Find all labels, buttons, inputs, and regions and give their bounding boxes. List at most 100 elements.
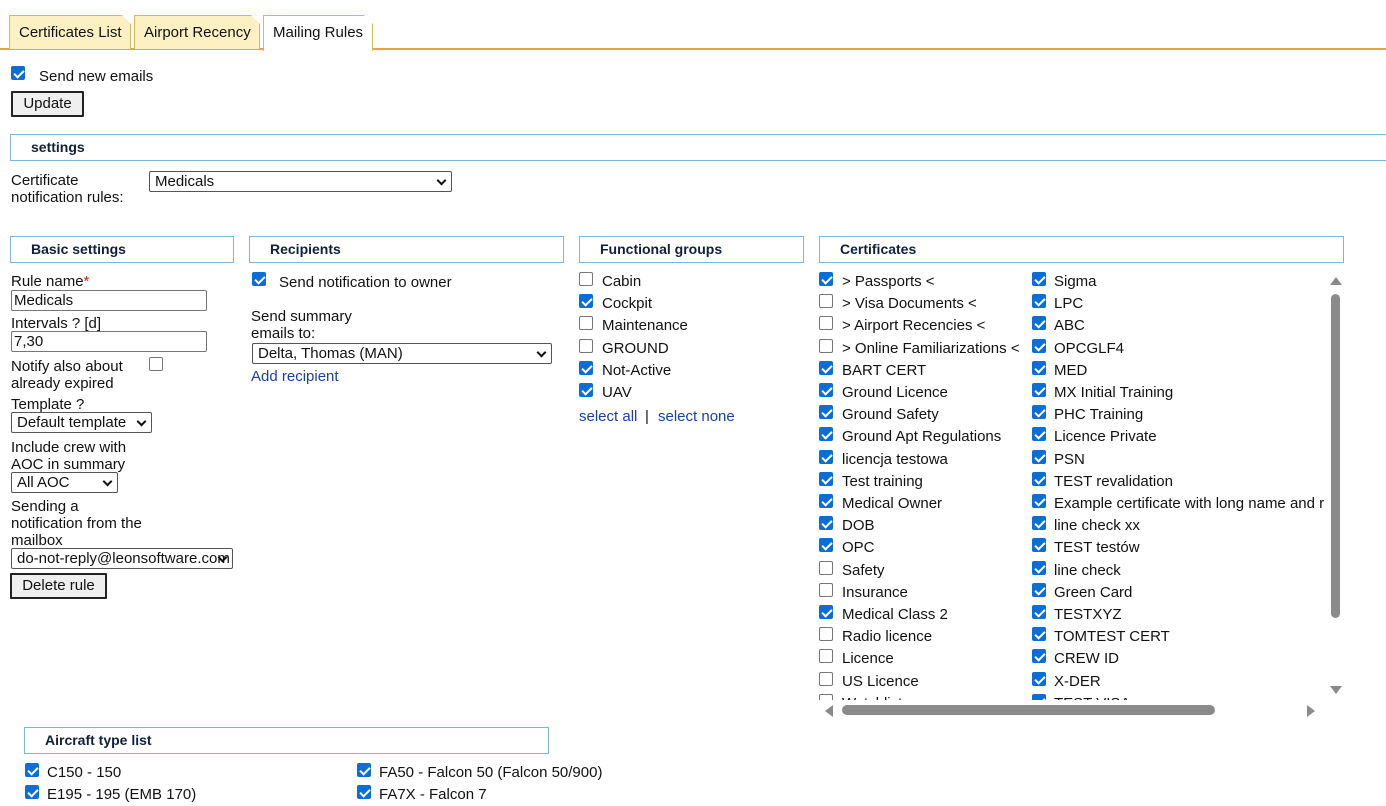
delete-rule-button[interactable]: Delete rule <box>10 573 107 599</box>
group-checkbox-uav[interactable] <box>579 383 593 397</box>
select-all-link[interactable]: select all <box>579 408 637 425</box>
group-checkbox-maintenance[interactable] <box>579 316 593 331</box>
notify-expired-label: Notify also about <box>11 358 123 375</box>
cert-checkbox-line-check[interactable] <box>1032 560 1046 575</box>
group-label: Maintenance <box>602 317 688 335</box>
cert-checkbox-licence-private[interactable] <box>1032 427 1046 442</box>
cert-label: TEST testów <box>1054 539 1140 557</box>
cert-checkbox-opcglf4[interactable] <box>1032 338 1046 353</box>
cert-checkbox-bart-cert[interactable] <box>819 360 833 375</box>
cert-label: ABC <box>1054 317 1085 335</box>
cert-checkbox-opc[interactable] <box>819 538 833 553</box>
scroll-up-icon[interactable] <box>1330 277 1342 285</box>
cert-checkbox-safety[interactable] <box>819 560 833 575</box>
send-new-emails-checkbox[interactable] <box>11 66 25 80</box>
aircraft-label: E195 - 195 (EMB 170) <box>47 786 197 803</box>
cert-checkbox-psn[interactable] <box>1032 449 1046 464</box>
cert-checkbox-tomtest-cert[interactable] <box>1032 627 1046 642</box>
certificates-scroll-area[interactable]: > Passports < > Visa Documents < > Airport… <box>818 270 1344 720</box>
update-button[interactable]: Update <box>11 91 84 117</box>
summary-recipient-select[interactable]: Delta, Thomas (MAN) <box>252 343 552 364</box>
cert-checkbox-mx-initial-training[interactable] <box>1032 383 1046 397</box>
tab-mailing-rules[interactable]: Mailing Rules <box>263 15 373 51</box>
tab-certificates-list[interactable]: Certificates List <box>9 15 131 49</box>
cert-checkbox-phc-training[interactable] <box>1032 405 1046 420</box>
group-checkbox-cabin[interactable] <box>579 272 593 286</box>
cert-label: DOB <box>842 517 875 535</box>
cert-label: line check <box>1054 561 1121 579</box>
cert-checkbox-example-certificate-with-long-name-and-r[interactable] <box>1032 494 1046 508</box>
aoc-select[interactable]: All AOC <box>11 472 118 493</box>
cert-checkbox-crew-id[interactable] <box>1032 649 1046 664</box>
rule-name-input[interactable] <box>11 290 207 311</box>
cert-checkbox-med[interactable] <box>1032 360 1046 375</box>
cert-checkbox-testxyz[interactable] <box>1032 605 1046 619</box>
select-none-link[interactable]: select none <box>658 408 735 425</box>
cert-checkbox-licence[interactable] <box>819 649 833 664</box>
scroll-left-icon[interactable] <box>825 705 833 717</box>
mailbox-select[interactable]: do-not-reply@leonsoftware.com <box>11 548 233 569</box>
cert-checkbox-test-test-w[interactable] <box>1032 538 1046 553</box>
cert-checkbox-ground-apt-regulations[interactable] <box>819 427 833 442</box>
cert-label: PHC Training <box>1054 406 1144 424</box>
horizontal-scrollbar[interactable] <box>818 700 1326 720</box>
cert-checkbox-passports[interactable] <box>819 272 833 286</box>
cert-checkbox-sigma[interactable] <box>1032 272 1046 286</box>
aircraft-checkbox-fa50-falcon-50-falcon-50-900[interactable] <box>357 763 371 777</box>
cert-checkbox-online-familiarizations[interactable] <box>819 338 833 353</box>
group-checkbox-not-active[interactable] <box>579 360 593 375</box>
cert-checkbox-test-training[interactable] <box>819 471 833 486</box>
template-select-value: Default template <box>17 414 127 431</box>
cert-checkbox-visa-documents[interactable] <box>819 294 833 309</box>
intervals-input[interactable] <box>11 331 207 352</box>
rule-name-label: Rule name* <box>11 273 90 290</box>
cert-checkbox-airport-recencies[interactable] <box>819 316 833 331</box>
cert-checkbox-line-check-xx[interactable] <box>1032 516 1046 531</box>
summary-emails-label: Send summary <box>251 308 352 325</box>
cert-checkbox-x-der[interactable] <box>1032 671 1046 686</box>
notify-expired-checkbox[interactable] <box>149 357 163 371</box>
chevron-down-icon <box>536 347 547 358</box>
send-to-owner-checkbox[interactable] <box>252 272 266 286</box>
aircraft-checkbox-fa7x-falcon-7[interactable] <box>357 785 371 799</box>
scroll-right-icon[interactable] <box>1307 705 1315 717</box>
cert-label: MX Initial Training <box>1054 384 1174 401</box>
cert-label: OPC <box>842 539 875 557</box>
cert-checkbox-green-card[interactable] <box>1032 582 1046 597</box>
cert-checkbox-insurance[interactable] <box>819 582 833 597</box>
cert-checkbox-ground-licence[interactable] <box>819 383 833 397</box>
cert-label: BART CERT <box>842 361 927 379</box>
mailbox-select-value: do-not-reply@leonsoftware.com <box>17 550 230 567</box>
tab-airport-recency[interactable]: Airport Recency <box>134 15 260 49</box>
group-checkbox-cockpit[interactable] <box>579 294 593 309</box>
cert-checkbox-abc[interactable] <box>1032 316 1046 331</box>
group-checkbox-ground[interactable] <box>579 338 593 353</box>
cert-rules-select[interactable]: Medicals <box>149 171 452 192</box>
vertical-scrollbar[interactable] <box>1326 270 1344 700</box>
add-recipient-link[interactable]: Add recipient <box>251 368 339 385</box>
cert-checkbox-us-licence[interactable] <box>819 671 833 686</box>
cert-checkbox-radio-licence[interactable] <box>819 627 833 642</box>
mailbox-label: Sending a <box>11 498 79 515</box>
cert-checkbox-medical-class-2[interactable] <box>819 605 833 619</box>
cert-checkbox-dob[interactable] <box>819 516 833 531</box>
summary-recipient-value: Delta, Thomas (MAN) <box>258 345 403 362</box>
template-select[interactable]: Default template <box>11 412 152 433</box>
scroll-down-icon[interactable] <box>1330 686 1342 694</box>
cert-checkbox-ground-safety[interactable] <box>819 405 833 420</box>
cert-checkbox-licencja-testowa[interactable] <box>819 449 833 464</box>
cert-checkbox-medical-owner[interactable] <box>819 494 833 508</box>
aircraft-checkbox-c150-150[interactable] <box>25 763 39 777</box>
cert-checkbox-test-revalidation[interactable] <box>1032 471 1046 486</box>
cert-rules-label: Certificate <box>11 172 79 189</box>
cert-label: > Airport Recencies < <box>842 317 986 335</box>
aircraft-label: C150 - 150 <box>47 764 122 781</box>
horizontal-scroll-thumb[interactable] <box>842 705 1215 715</box>
vertical-scroll-thumb[interactable] <box>1331 294 1340 618</box>
aircraft-checkbox-e195-195-emb-170[interactable] <box>25 785 39 799</box>
group-label: Not-Active <box>602 361 672 379</box>
cert-label: TEST revalidation <box>1054 472 1173 490</box>
certificates-list: > Passports < > Visa Documents < > Airport… <box>818 270 1326 700</box>
cert-checkbox-lpc[interactable] <box>1032 294 1046 309</box>
summary-emails-label-line2: emails to: <box>251 325 316 342</box>
